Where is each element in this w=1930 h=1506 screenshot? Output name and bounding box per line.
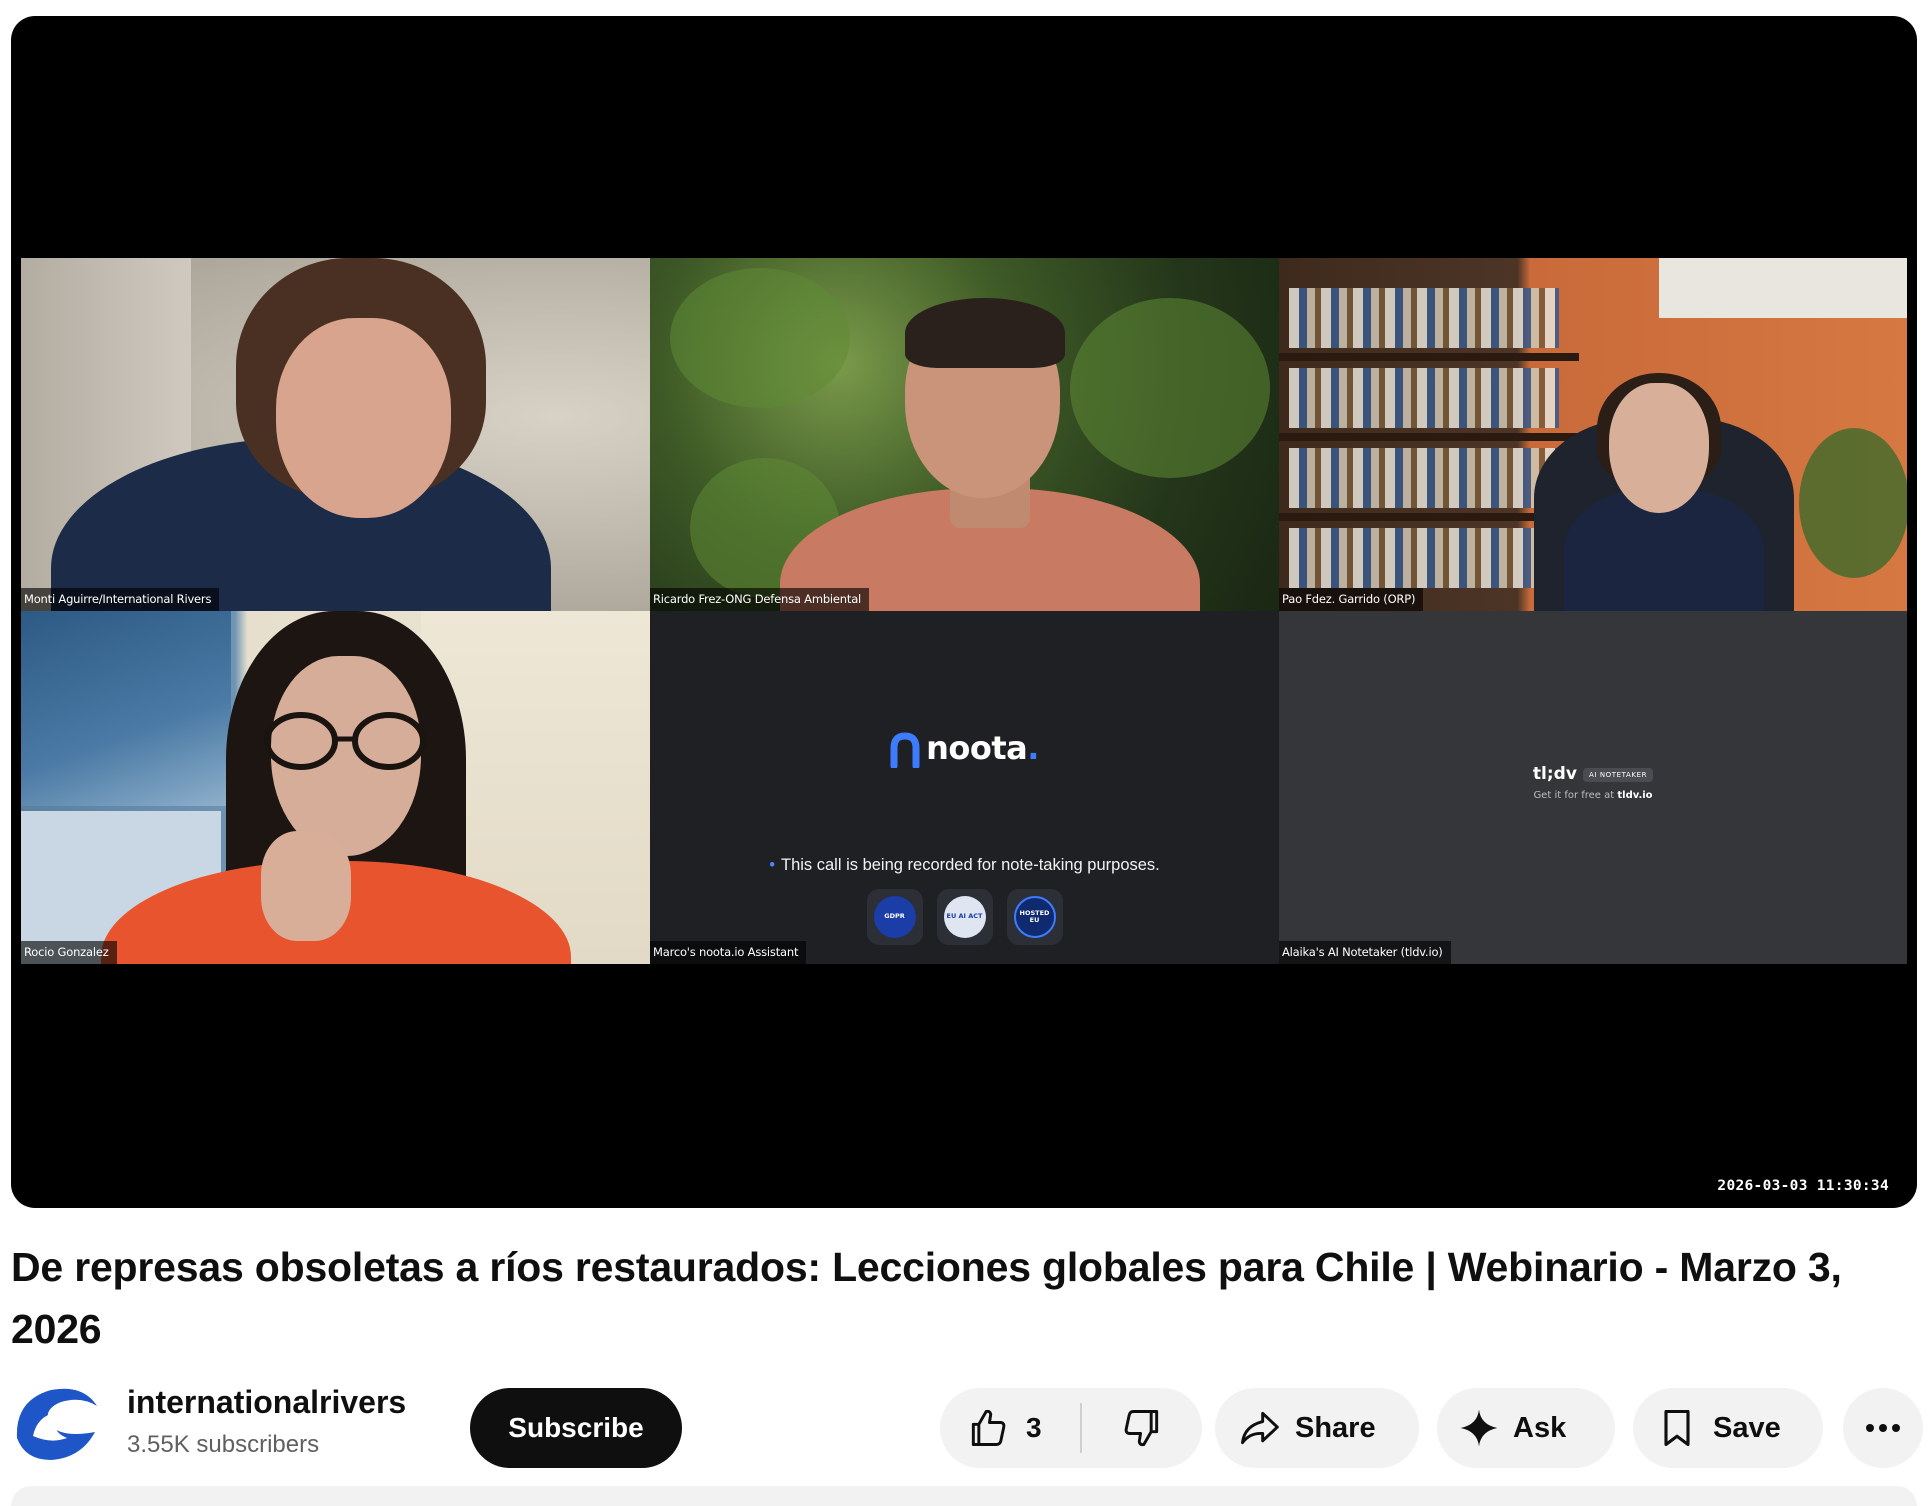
- eu-ai-act-badge-icon: EU AI ACT: [936, 889, 993, 945]
- share-button[interactable]: Share: [1215, 1388, 1419, 1468]
- more-horizontal-icon: [1866, 1424, 1900, 1432]
- channel-action-row: internationalrivers 3.55K subscribers Su…: [11, 1378, 1923, 1468]
- sparkle-icon: [1460, 1409, 1498, 1447]
- more-actions-button[interactable]: [1843, 1388, 1923, 1468]
- like-dislike-group: 3: [940, 1388, 1202, 1468]
- participant-tile-rocio: Rocio Gonzalez: [21, 611, 650, 964]
- compliance-badges: GDPR EU AI ACT HOSTED EU: [650, 889, 1279, 945]
- thumbs-up-icon: [971, 1409, 1006, 1446]
- hosted-eu-badge-icon: HOSTED EU: [1006, 889, 1063, 945]
- dislike-button[interactable]: [1082, 1388, 1202, 1468]
- participant-name-label: Ricardo Frez-ONG Defensa Ambiental: [650, 588, 870, 611]
- bookmark-icon: [1664, 1409, 1690, 1447]
- participant-name-label: Alaika's AI Notetaker (tldv.io): [1279, 941, 1451, 964]
- participant-tile-monti: Monti Aguirre/International Rivers: [21, 258, 650, 611]
- gdpr-badge-icon: GDPR: [866, 889, 923, 945]
- save-button[interactable]: Save: [1633, 1388, 1823, 1468]
- channel-avatar[interactable]: [11, 1380, 99, 1464]
- description-panel[interactable]: [11, 1486, 1917, 1506]
- recording-notice: • This call is being recorded for note-ta…: [769, 856, 1160, 874]
- like-count: 3: [1026, 1412, 1042, 1443]
- channel-name[interactable]: internationalrivers: [127, 1384, 406, 1421]
- participant-tile-noota: noota. • This call is being recorded for …: [650, 611, 1279, 964]
- noota-logo-icon: [890, 732, 920, 768]
- video-player[interactable]: Monti Aguirre/International Rivers Ricar…: [11, 16, 1917, 1208]
- noota-logo: noota.: [650, 729, 1279, 768]
- subscribe-button[interactable]: Subscribe: [470, 1388, 682, 1468]
- recording-timestamp: 2026-03-03 11:30:34: [1717, 1178, 1889, 1194]
- subscriber-count: 3.55K subscribers: [127, 1431, 320, 1458]
- meeting-grid: Monti Aguirre/International Rivers Ricar…: [21, 258, 1907, 964]
- participant-tile-tldv: tl;dv AI NOTETAKER Get it for free at tld…: [1279, 611, 1907, 964]
- video-title: De represas obsoletas a ríos restaurados…: [11, 1244, 1842, 1352]
- participant-name-label: Monti Aguirre/International Rivers: [21, 588, 220, 611]
- share-icon: [1241, 1411, 1279, 1445]
- participant-tile-pao: Pao Fdez. Garrido (ORP): [1279, 258, 1907, 611]
- participant-name-label: Rocio Gonzalez: [21, 941, 117, 964]
- participant-name-label: Pao Fdez. Garrido (ORP): [1279, 588, 1424, 611]
- tldv-logo: tl;dv AI NOTETAKER Get it for free at tld…: [1532, 764, 1654, 801]
- participant-name-label: Marco's noota.io Assistant: [650, 941, 807, 964]
- thumbs-down-icon: [1124, 1410, 1159, 1447]
- participant-tile-ricardo: Ricardo Frez-ONG Defensa Ambiental: [650, 258, 1279, 611]
- ask-button[interactable]: Ask: [1437, 1388, 1615, 1468]
- like-button[interactable]: 3: [940, 1388, 1080, 1468]
